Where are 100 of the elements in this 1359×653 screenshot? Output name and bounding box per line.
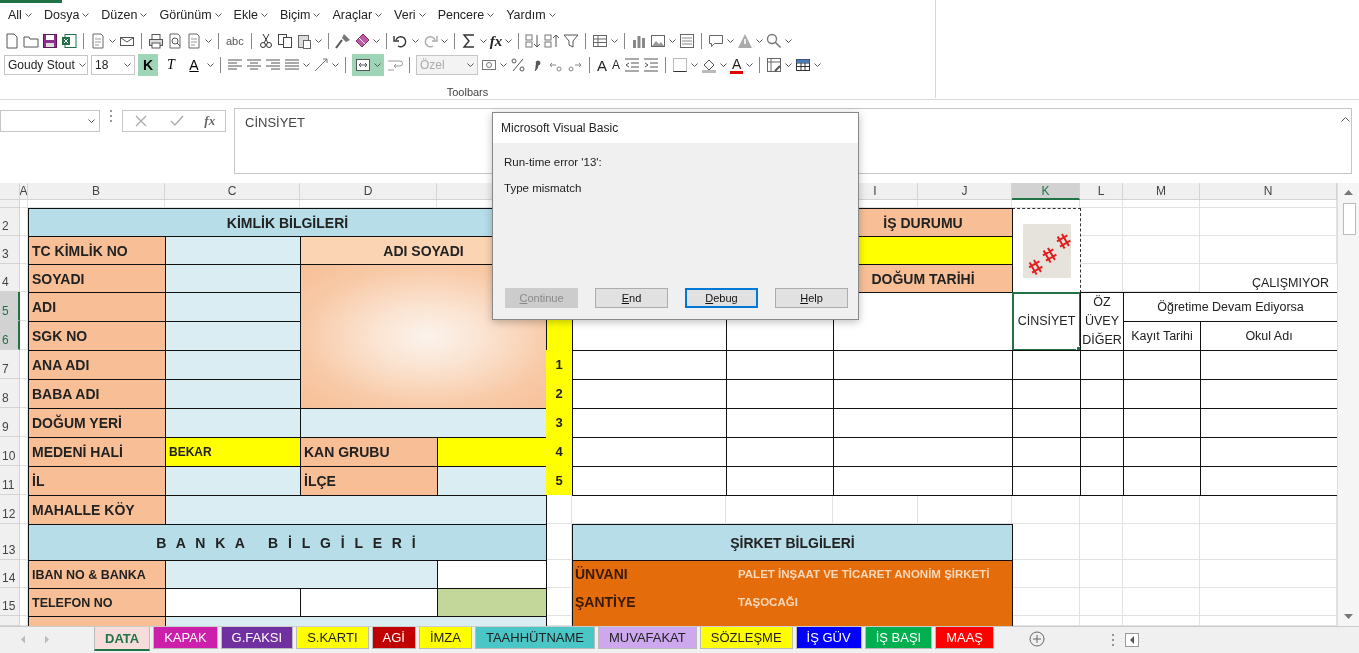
sheet-tab[interactable]: TAAHHÜTNAME: [474, 627, 595, 649]
copy-icon[interactable]: [276, 33, 293, 49]
row-header[interactable]: 2: [0, 208, 20, 236]
menu-item[interactable]: Ekle: [228, 6, 273, 24]
column-header[interactable]: M: [1123, 183, 1200, 200]
column-header[interactable]: B: [28, 183, 165, 200]
eraser-icon[interactable]: [353, 33, 370, 49]
undo-icon[interactable]: [392, 33, 409, 49]
scissors-icon[interactable]: [257, 33, 274, 49]
sort-descending-icon[interactable]: [544, 33, 561, 49]
caret-icon[interactable]: [313, 12, 321, 18]
caret-icon[interactable]: [814, 62, 822, 68]
sum-icon[interactable]: [460, 33, 477, 49]
format-button[interactable]: K: [138, 54, 158, 76]
vertical-dots-icon[interactable]: [1111, 633, 1115, 647]
menu-item[interactable]: Pencere: [432, 6, 500, 24]
row-header[interactable]: 7: [0, 350, 20, 379]
menu-item[interactable]: Veri: [389, 6, 431, 24]
menu-item[interactable]: Düzen: [96, 6, 153, 24]
dialog-button[interactable]: Debug: [685, 288, 758, 308]
caret-icon[interactable]: [109, 38, 116, 44]
sheet-tab[interactable]: İMZA: [418, 627, 472, 649]
column-header[interactable]: N: [1200, 183, 1337, 200]
caret-icon[interactable]: [669, 38, 677, 44]
add-sheet-icon[interactable]: [1029, 631, 1045, 647]
vertical-scrollbar[interactable]: [1337, 183, 1359, 626]
sheet-tab[interactable]: MUVAFAKAT: [597, 627, 697, 649]
caret-icon[interactable]: [411, 38, 419, 44]
insert-function-button[interactable]: fx: [489, 32, 503, 50]
percent-icon[interactable]: [510, 57, 526, 73]
row-header[interactable]: 15: [0, 588, 20, 616]
caret-icon[interactable]: [746, 62, 754, 68]
printer-icon[interactable]: [148, 33, 164, 49]
row-header[interactable]: 11: [0, 466, 20, 495]
caret-icon[interactable]: [548, 12, 556, 18]
caret-icon[interactable]: [88, 118, 95, 124]
currency-icon[interactable]: [481, 57, 497, 73]
column-header[interactable]: D: [300, 183, 437, 200]
sheet-tab[interactable]: DATA: [94, 627, 151, 651]
column-header[interactable]: J: [918, 183, 1012, 200]
caret-icon[interactable]: [756, 38, 764, 44]
font-dropdown[interactable]: Goudy Stout: [4, 55, 88, 75]
borders-icon[interactable]: [672, 57, 689, 73]
sheet-tab[interactable]: AGİ: [371, 627, 416, 649]
spreadsheet-icon[interactable]: [61, 33, 77, 49]
vertical-dots-icon[interactable]: [108, 108, 114, 124]
document-icon[interactable]: [4, 33, 20, 49]
caret-icon[interactable]: [314, 38, 322, 44]
sheet-tab[interactable]: G.FAKSI: [220, 627, 294, 649]
row-header[interactable]: 3: [0, 236, 20, 264]
caret-icon[interactable]: [418, 12, 426, 18]
menu-item[interactable]: Dosya: [38, 6, 95, 24]
caret-icon[interactable]: [214, 12, 222, 18]
form-icon[interactable]: [679, 33, 696, 49]
menu-item[interactable]: All: [3, 6, 37, 24]
row-header[interactable]: 4: [0, 264, 20, 292]
save-icon[interactable]: [42, 33, 58, 49]
font-size-dropdown[interactable]: 18: [91, 55, 135, 75]
caret-icon[interactable]: [505, 38, 513, 44]
filter-icon[interactable]: [563, 33, 580, 49]
preview-icon[interactable]: [167, 33, 183, 49]
caret-icon[interactable]: [78, 62, 86, 68]
caret-icon[interactable]: [205, 38, 212, 44]
menu-item[interactable]: Yardım: [501, 6, 561, 24]
sort-ascending-icon[interactable]: [525, 33, 542, 49]
row-header[interactable]: 6: [0, 321, 20, 350]
row-header[interactable]: 8: [0, 379, 20, 408]
column-header[interactable]: L: [1080, 183, 1123, 200]
sheet-tab[interactable]: MAAŞ: [935, 627, 994, 649]
caret-icon[interactable]: [720, 62, 728, 68]
caret-icon[interactable]: [24, 12, 32, 18]
format-table-icon[interactable]: [766, 57, 783, 73]
caret-icon[interactable]: [332, 62, 339, 68]
collapse-icon[interactable]: [1341, 116, 1350, 122]
caret-icon[interactable]: [140, 12, 148, 18]
font-color-button[interactable]: A: [730, 56, 744, 74]
scroll-down-icon[interactable]: [1343, 613, 1354, 620]
menu-item[interactable]: Görünüm: [154, 6, 227, 24]
caret-icon[interactable]: [487, 12, 495, 18]
format-button[interactable]: A: [184, 54, 204, 76]
folder-icon[interactable]: [23, 33, 39, 49]
row-header[interactable]: 10: [0, 437, 20, 466]
caret-icon[interactable]: [440, 38, 448, 44]
spelling-button[interactable]: abc: [225, 35, 245, 47]
paint-bucket-icon[interactable]: [701, 57, 718, 73]
caret-icon[interactable]: [785, 38, 793, 44]
caret-icon[interactable]: [372, 38, 380, 44]
caret-icon[interactable]: [82, 12, 90, 18]
column-header[interactable]: K: [1012, 183, 1080, 200]
caret-icon[interactable]: [124, 62, 131, 68]
menu-item[interactable]: Araçlar: [327, 6, 388, 24]
image-icon[interactable]: [650, 33, 667, 49]
scroll-up-icon[interactable]: [1343, 189, 1354, 196]
grid-icon[interactable]: [795, 57, 812, 73]
caret-icon[interactable]: [479, 38, 487, 44]
caret-icon[interactable]: [785, 62, 793, 68]
paste-icon[interactable]: [295, 33, 312, 49]
row-header[interactable]: 9: [0, 408, 20, 437]
caret-icon[interactable]: [611, 38, 619, 44]
shrink-font-button[interactable]: A: [611, 58, 622, 72]
